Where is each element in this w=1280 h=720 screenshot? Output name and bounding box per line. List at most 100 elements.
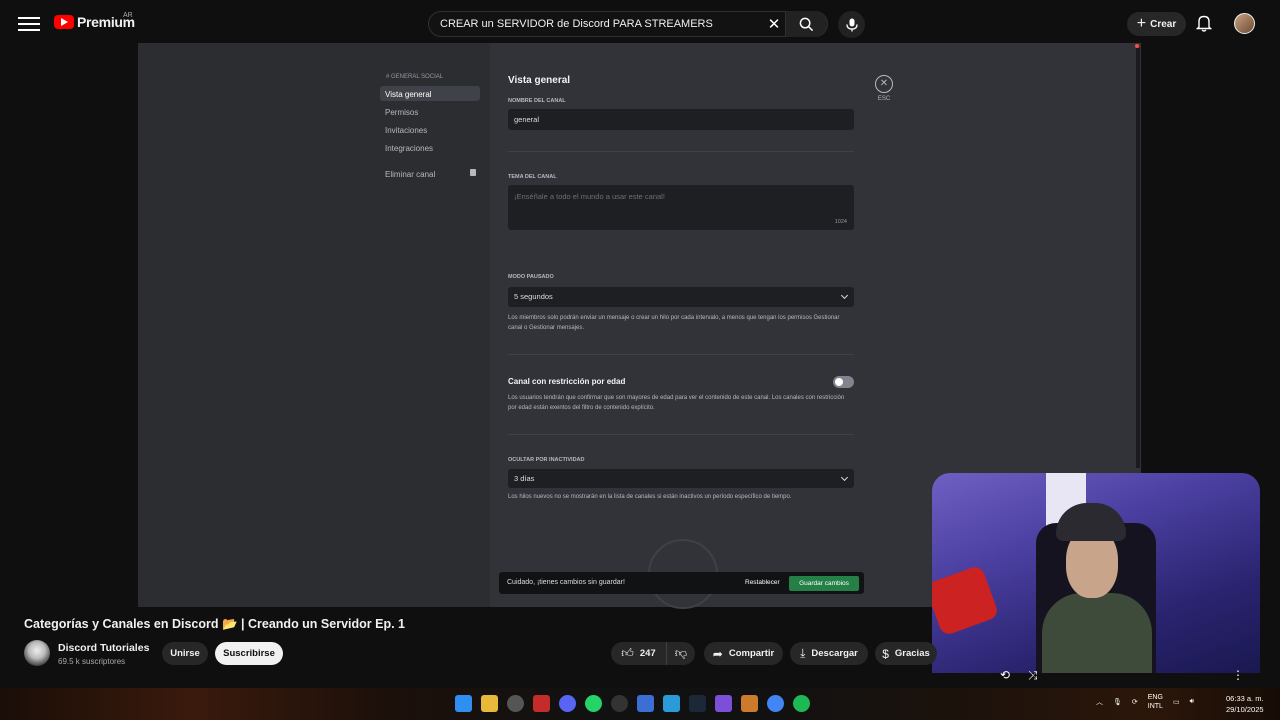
settings-icon[interactable] xyxy=(507,695,524,712)
webcam-overlay xyxy=(932,473,1260,673)
thanks-button[interactable]: $ Gracias xyxy=(875,642,937,665)
whatsapp-icon[interactable] xyxy=(585,695,602,712)
chrome-icon[interactable] xyxy=(767,695,784,712)
shuffle-icon[interactable]: ⤨ xyxy=(1028,668,1038,683)
obs-icon[interactable] xyxy=(611,695,628,712)
bell-icon xyxy=(1195,15,1213,32)
slowmode-value: 5 segundos xyxy=(514,292,553,301)
delete-channel-button[interactable]: Eliminar canal xyxy=(380,166,480,181)
search-button[interactable] xyxy=(785,11,827,37)
join-button[interactable]: Unirse xyxy=(162,642,208,665)
unsaved-changes-bar: Cuidado, ¡tienes cambios sin guardar! Re… xyxy=(499,572,864,594)
windows-taskbar: ︿ 🎙︎ ⟳ ENG INTL ▭ 🔊︎ 06:33 a. m. 29/10/2… xyxy=(0,688,1280,720)
voicemeeter-icon[interactable] xyxy=(533,695,550,712)
video-progress-dot[interactable] xyxy=(1135,44,1139,48)
esc-label: ESC xyxy=(877,96,891,102)
clock-date: 29/10/2025 xyxy=(1226,705,1264,714)
chevron-up-icon[interactable]: ︿ xyxy=(1096,697,1103,707)
dislike-button[interactable]: 👎︎ xyxy=(666,642,695,665)
download-button[interactable]: ⤓ Descargar xyxy=(790,642,868,665)
trash-icon xyxy=(470,169,476,176)
app-icon[interactable] xyxy=(741,695,758,712)
language-indicator[interactable]: ENG INTL xyxy=(1148,693,1163,711)
network-icon[interactable]: ▭ xyxy=(1173,698,1180,706)
app-icon[interactable] xyxy=(715,695,732,712)
nav-integraciones[interactable]: Integraciones xyxy=(380,140,480,155)
age-restricted-help: Los usuarios tendrán que confirmar que s… xyxy=(508,395,845,411)
age-restricted-label: Canal con restricción por edad xyxy=(508,377,626,386)
sync-icon[interactable]: ⟳ xyxy=(1132,698,1138,706)
clear-search-icon[interactable]: ✕ xyxy=(763,15,785,33)
divider xyxy=(508,434,854,435)
hide-inactivity-label: OCULTAR POR INACTIVIDAD xyxy=(508,457,585,463)
steam-icon[interactable] xyxy=(689,695,706,712)
create-button[interactable]: + Crear xyxy=(1127,12,1186,36)
discord-icon[interactable] xyxy=(559,695,576,712)
menu-icon[interactable] xyxy=(18,13,40,35)
discord-settings-sidebar: # GENERAL SOCIAL Vista general Permisos … xyxy=(138,43,490,607)
youtube-play-icon xyxy=(54,15,74,29)
thanks-icon: $ xyxy=(882,646,889,661)
share-label: Compartir xyxy=(728,648,775,659)
notes-icon[interactable] xyxy=(663,695,680,712)
subscriber-count: 69.5 k suscriptores xyxy=(58,657,126,666)
nav-vista-general[interactable]: Vista general xyxy=(380,86,480,101)
search-icon xyxy=(799,17,814,31)
create-label: Crear xyxy=(1150,18,1177,30)
video-title: Categorías y Canales en Discord 📂 | Crea… xyxy=(24,617,405,631)
windows-start-icon[interactable] xyxy=(455,695,472,712)
subscribe-button[interactable]: Suscribirse xyxy=(215,642,283,665)
channel-topic-label: TEMA DEL CANAL xyxy=(508,174,557,180)
channel-category: # GENERAL SOCIAL xyxy=(386,74,444,80)
reset-button[interactable]: Restablecer xyxy=(745,579,780,586)
search-input[interactable]: CREAR un SERVIDOR de Discord PARA STREAM… xyxy=(429,18,763,30)
divider xyxy=(508,151,854,152)
thumbs-up-icon: 👍︎ xyxy=(621,646,634,660)
download-label: Descargar xyxy=(811,648,858,659)
language-code: ENG xyxy=(1147,694,1163,701)
download-icon: ⤓ xyxy=(800,646,806,660)
age-restricted-toggle[interactable] xyxy=(833,376,854,388)
file-explorer-icon[interactable] xyxy=(481,695,498,712)
channel-name[interactable]: Discord Tutoriales xyxy=(58,642,149,654)
slowmode-select[interactable]: 5 segundos xyxy=(508,287,854,307)
settings-title: Vista general xyxy=(508,75,571,86)
system-tray: ︿ 🎙︎ ⟳ ENG INTL ▭ 🔊︎ xyxy=(1096,693,1194,711)
hide-inactivity-select[interactable]: 3 días xyxy=(508,469,854,488)
notifications-button[interactable] xyxy=(1195,14,1213,37)
voice-search-button[interactable] xyxy=(838,11,865,38)
youtube-topbar: Premium AR CREAR un SERVIDOR de Discord … xyxy=(0,0,1280,48)
loop-icon[interactable]: ⟲ xyxy=(1000,668,1010,682)
thumbs-down-icon: 👎︎ xyxy=(674,646,688,660)
settings-scrollbar[interactable] xyxy=(1136,48,1140,468)
channel-avatar[interactable] xyxy=(24,640,50,666)
share-icon: ➦ xyxy=(712,646,723,661)
channel-topic-input[interactable]: ¡Enséñale a todo el mundo a usar este ca… xyxy=(508,185,854,230)
channel-name-label: NOMBRE DEL CANAL xyxy=(508,98,566,104)
close-settings-button[interactable]: ✕ ESC xyxy=(874,75,894,102)
nav-permisos[interactable]: Permisos xyxy=(380,104,480,119)
account-avatar[interactable] xyxy=(1234,13,1255,34)
save-changes-button[interactable]: Guardar cambios xyxy=(789,576,859,591)
discord-settings-content: Vista general NOMBRE DEL CANAL general T… xyxy=(508,43,868,607)
keyboard-layout: INTL xyxy=(1147,703,1163,710)
microphone-arm xyxy=(932,564,1000,637)
volume-icon[interactable]: 🔊︎ xyxy=(1190,698,1194,706)
app-icon[interactable] xyxy=(637,695,654,712)
like-button[interactable]: 👍︎ 247 xyxy=(611,642,666,665)
topic-placeholder: ¡Enséñale a todo el mundo a usar este ca… xyxy=(514,192,665,201)
share-button[interactable]: ➦ Compartir xyxy=(704,642,783,665)
microphone-tray-icon[interactable]: 🎙︎ xyxy=(1113,698,1122,706)
unsaved-message: Cuidado, ¡tienes cambios sin guardar! xyxy=(507,579,625,586)
more-options-icon[interactable]: ⋮ xyxy=(1232,668,1244,682)
thanks-label: Gracias xyxy=(894,648,930,659)
clock[interactable]: 06:33 a. m. 29/10/2025 xyxy=(1226,693,1264,715)
nav-invitaciones[interactable]: Invitaciones xyxy=(380,122,480,137)
like-count: 247 xyxy=(639,648,656,659)
clock-time: 06:33 a. m. xyxy=(1226,694,1264,703)
topic-char-counter: 1024 xyxy=(834,219,847,225)
channel-name-input[interactable]: general xyxy=(508,109,854,130)
plus-icon: + xyxy=(1136,15,1147,32)
chevron-down-icon xyxy=(840,473,849,482)
spotify-icon[interactable] xyxy=(793,695,810,712)
